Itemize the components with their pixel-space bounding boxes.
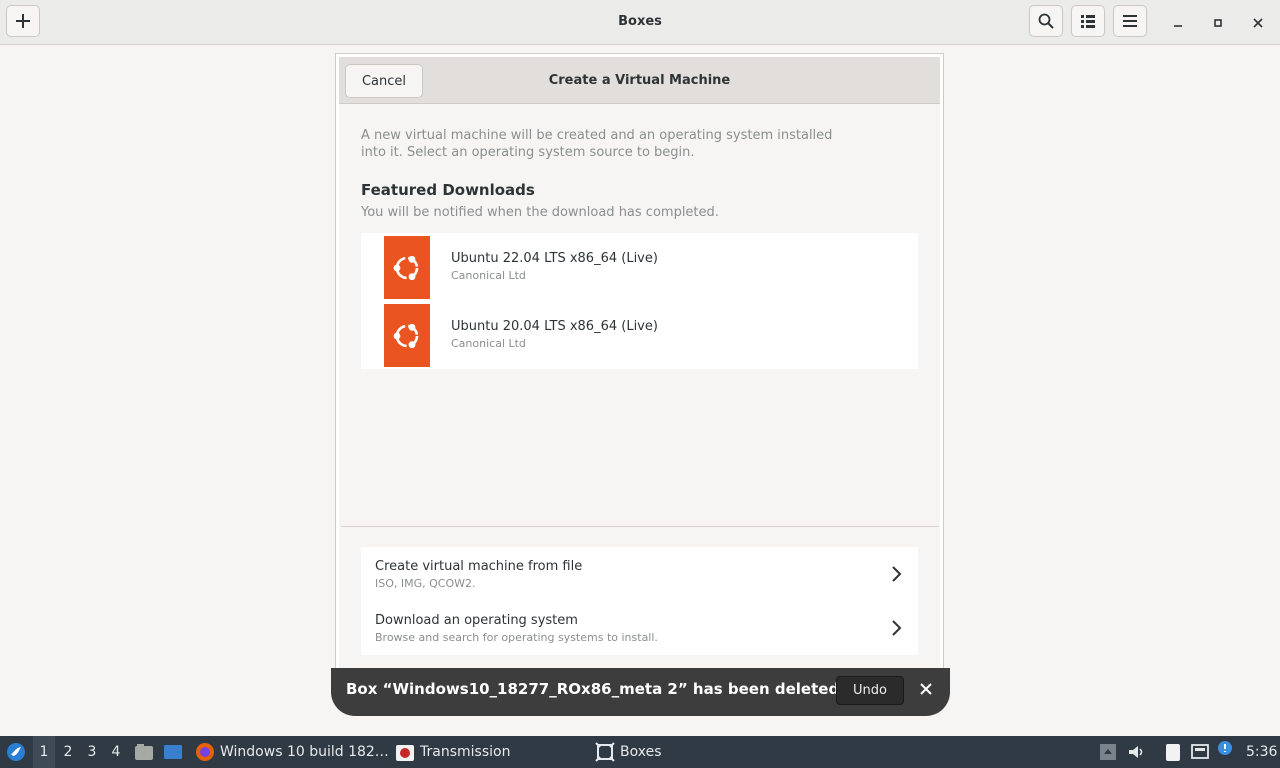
list-view-icon (1081, 15, 1095, 28)
action-subtitle: Browse and search for operating systems … (375, 631, 658, 644)
os-name: Ubuntu 22.04 LTS x86_64 (Live) (451, 251, 658, 266)
transmission-icon (396, 745, 414, 761)
close-icon (1253, 18, 1263, 28)
os-item-ubuntu-2204[interactable]: Ubuntu 22.04 LTS x86_64 (Live) Canonical… (361, 233, 918, 301)
action-title: Create virtual machine from file (375, 559, 583, 574)
close-icon (920, 683, 932, 695)
chevron-right-icon (892, 566, 902, 582)
workspace-3[interactable]: 3 (81, 736, 103, 768)
minimize-button[interactable] (1167, 12, 1189, 34)
notification-close-button[interactable] (917, 680, 935, 698)
notification-message: Box “Windows10_18277_ROx86_meta 2” has b… (346, 680, 840, 698)
source-actions-list: Create virtual machine from file ISO, IM… (361, 547, 918, 655)
volume-icon[interactable] (1127, 743, 1145, 761)
featured-downloads-subtitle: You will be notified when the download h… (361, 205, 719, 220)
taskbar-app-transmission[interactable]: Transmission (395, 736, 510, 768)
action-subtitle: ISO, IMG, QCOW2. (375, 577, 476, 590)
taskbar: 1 2 3 4 Windows 10 build 182… Transmissi… (0, 736, 1280, 768)
create-from-file-row[interactable]: Create virtual machine from file ISO, IM… (361, 547, 918, 601)
minimize-icon (1174, 25, 1182, 27)
clock[interactable]: 5:36 (1246, 736, 1277, 768)
create-vm-dialog: Cancel Create a Virtual Machine A new vi… (335, 53, 944, 680)
undo-button[interactable]: Undo (836, 676, 904, 705)
os-item-ubuntu-2004[interactable]: Ubuntu 20.04 LTS x86_64 (Live) Canonical… (361, 301, 918, 369)
taskbar-app-label: Transmission (420, 744, 511, 760)
dialog-header: Cancel Create a Virtual Machine (339, 57, 940, 104)
dialog-title: Create a Virtual Machine (548, 73, 731, 88)
boxes-icon (595, 742, 615, 762)
network-icon[interactable] (1191, 743, 1209, 761)
ubuntu-logo-icon (384, 236, 430, 299)
maximize-icon (1214, 19, 1222, 27)
header-bar: Boxes (0, 0, 1280, 45)
taskbar-app-boxes[interactable]: Boxes (595, 736, 662, 768)
intro-line-1: A new virtual machine will be created an… (361, 128, 833, 143)
taskbar-app-label: Boxes (620, 744, 662, 760)
clipboard-icon[interactable] (1164, 743, 1182, 761)
section-divider (341, 526, 939, 527)
file-manager-icon (135, 744, 153, 760)
os-name: Ubuntu 20.04 LTS x86_64 (Live) (451, 319, 658, 334)
maximize-button[interactable] (1207, 12, 1229, 34)
taskbar-app-label: Windows 10 build 182… (220, 744, 389, 760)
app-menu-icon (7, 743, 25, 761)
main-menu-button[interactable] (1113, 5, 1147, 37)
ubuntu-logo-icon (384, 304, 430, 367)
workspace-4[interactable]: 4 (105, 736, 127, 768)
featured-os-list: Ubuntu 22.04 LTS x86_64 (Live) Canonical… (361, 233, 918, 369)
intro-line-2: into it. Select an operating system sour… (361, 145, 695, 160)
hamburger-menu-icon (1123, 15, 1137, 27)
tray-upload-icon[interactable] (1099, 743, 1117, 761)
start-menu-button[interactable] (4, 736, 28, 768)
file-manager-launcher[interactable] (134, 736, 154, 768)
show-desktop-button[interactable] (163, 736, 183, 768)
action-title: Download an operating system (375, 613, 578, 628)
workspace-1[interactable]: 1 (33, 736, 55, 768)
download-os-row[interactable]: Download an operating system Browse and … (361, 601, 918, 655)
os-vendor: Canonical Ltd (451, 269, 526, 282)
search-button[interactable] (1029, 5, 1063, 37)
intro-text: A new virtual machine will be created an… (361, 127, 861, 161)
close-button[interactable] (1247, 12, 1269, 34)
workspace-2[interactable]: 2 (57, 736, 79, 768)
chevron-right-icon (892, 620, 902, 636)
update-notification-icon[interactable] (1216, 740, 1234, 758)
os-vendor: Canonical Ltd (451, 337, 526, 350)
desktop-icon (164, 745, 182, 759)
search-icon (1038, 13, 1054, 29)
firefox-icon (196, 743, 214, 761)
featured-downloads-heading: Featured Downloads (361, 181, 535, 199)
view-toggle-button[interactable] (1071, 5, 1105, 37)
taskbar-app-firefox[interactable]: Windows 10 build 182… (195, 736, 389, 768)
deleted-notification: Box “Windows10_18277_ROx86_meta 2” has b… (331, 668, 950, 716)
